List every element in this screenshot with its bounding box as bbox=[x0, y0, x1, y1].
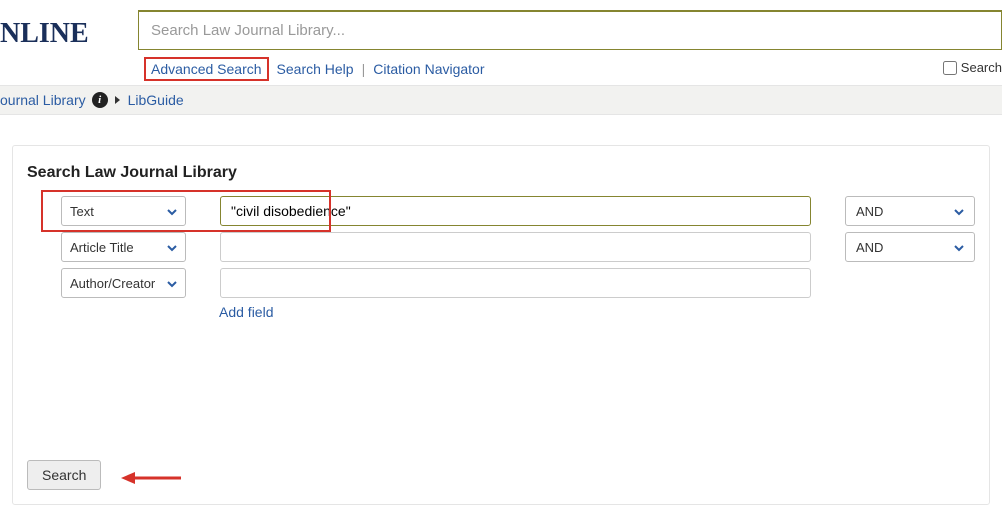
search-checkbox[interactable] bbox=[943, 61, 957, 75]
field-type-label: Article Title bbox=[70, 240, 134, 255]
form-title: Search Law Journal Library bbox=[27, 164, 975, 182]
boolean-label: AND bbox=[856, 204, 883, 219]
boolean-label: AND bbox=[856, 240, 883, 255]
field-type-select[interactable]: Article Title bbox=[61, 232, 186, 262]
logo: NLINE bbox=[0, 18, 89, 50]
chevron-down-icon bbox=[167, 276, 177, 291]
advanced-search-link[interactable]: Advanced Search bbox=[151, 61, 262, 77]
advanced-search-panel: Search Law Journal Library Text AND Arti… bbox=[12, 145, 990, 505]
search-button[interactable]: Search bbox=[27, 460, 101, 490]
search-checkbox-label: Search bbox=[961, 60, 1002, 75]
field-type-label: Author/Creator bbox=[70, 276, 155, 291]
chevron-down-icon bbox=[954, 240, 964, 255]
form-row: Article Title AND bbox=[61, 232, 975, 262]
search-term-input[interactable] bbox=[220, 232, 811, 262]
add-field-link[interactable]: Add field bbox=[219, 304, 273, 320]
search-help-link[interactable]: Search Help bbox=[277, 61, 354, 77]
search-links: Advanced Search Search Help | Citation N… bbox=[144, 57, 485, 81]
chevron-down-icon bbox=[954, 204, 964, 219]
main-search-container bbox=[138, 10, 1002, 50]
chevron-right-icon bbox=[114, 92, 122, 108]
search-checkbox-area: Search bbox=[943, 60, 1002, 75]
boolean-select[interactable]: AND bbox=[845, 196, 975, 226]
field-type-select[interactable]: Author/Creator bbox=[61, 268, 186, 298]
breadcrumb: ournal Library i LibGuide bbox=[0, 85, 1002, 115]
chevron-down-icon bbox=[167, 204, 177, 219]
search-term-input[interactable] bbox=[220, 196, 811, 226]
breadcrumb-library[interactable]: ournal Library bbox=[0, 92, 86, 108]
boolean-select[interactable]: AND bbox=[845, 232, 975, 262]
add-field-row: Add field bbox=[219, 304, 975, 320]
field-type-label: Text bbox=[70, 204, 94, 219]
form-row: Author/Creator bbox=[61, 268, 975, 298]
info-icon[interactable]: i bbox=[92, 92, 108, 108]
field-type-select[interactable]: Text bbox=[61, 196, 186, 226]
highlight-advanced: Advanced Search bbox=[144, 57, 269, 81]
search-term-input[interactable] bbox=[220, 268, 811, 298]
arrow-icon bbox=[121, 470, 181, 486]
citation-navigator-link[interactable]: Citation Navigator bbox=[373, 61, 484, 77]
form-row: Text AND bbox=[61, 196, 975, 226]
separator: | bbox=[362, 61, 366, 77]
main-search-input[interactable] bbox=[151, 22, 989, 39]
chevron-down-icon bbox=[167, 240, 177, 255]
breadcrumb-libguide[interactable]: LibGuide bbox=[128, 92, 184, 108]
